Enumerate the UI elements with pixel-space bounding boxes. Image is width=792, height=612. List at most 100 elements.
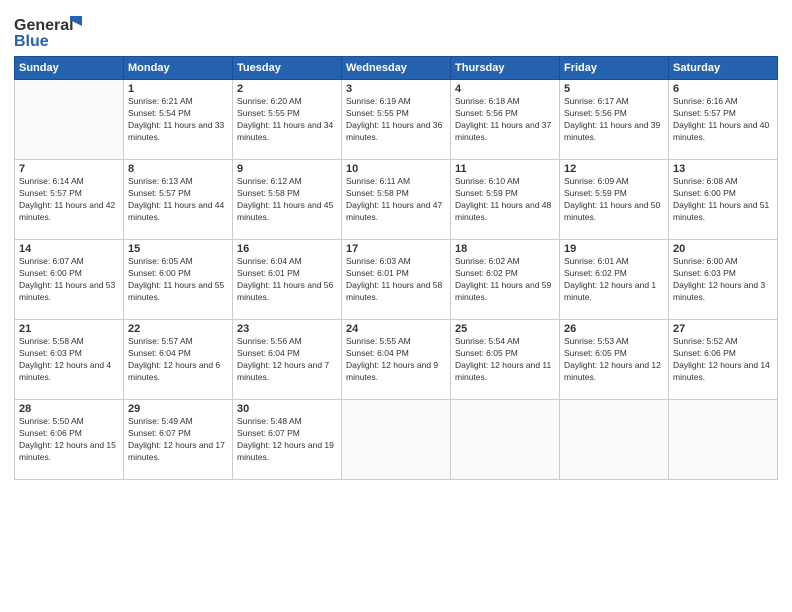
calendar-cell: 2Sunrise: 6:20 AMSunset: 5:55 PMDaylight… — [233, 80, 342, 160]
day-number: 4 — [455, 83, 555, 95]
day-number: 27 — [673, 323, 773, 335]
day-info: Sunrise: 6:01 AMSunset: 6:02 PMDaylight:… — [564, 256, 664, 304]
day-info: Sunrise: 5:57 AMSunset: 6:04 PMDaylight:… — [128, 336, 228, 384]
day-number: 24 — [346, 323, 446, 335]
day-info: Sunrise: 6:17 AMSunset: 5:56 PMDaylight:… — [564, 96, 664, 144]
calendar-cell: 10Sunrise: 6:11 AMSunset: 5:58 PMDayligh… — [342, 160, 451, 240]
weekday-header-row: SundayMondayTuesdayWednesdayThursdayFrid… — [15, 57, 778, 80]
page: GeneralBlue SundayMondayTuesdayWednesday… — [0, 0, 792, 612]
day-info: Sunrise: 5:56 AMSunset: 6:04 PMDaylight:… — [237, 336, 337, 384]
day-info: Sunrise: 6:03 AMSunset: 6:01 PMDaylight:… — [346, 256, 446, 304]
day-number: 29 — [128, 403, 228, 415]
day-number: 1 — [128, 83, 228, 95]
calendar-cell: 30Sunrise: 5:48 AMSunset: 6:07 PMDayligh… — [233, 400, 342, 480]
calendar-cell: 17Sunrise: 6:03 AMSunset: 6:01 PMDayligh… — [342, 240, 451, 320]
svg-text:General: General — [14, 17, 74, 34]
calendar-cell: 13Sunrise: 6:08 AMSunset: 6:00 PMDayligh… — [669, 160, 778, 240]
day-info: Sunrise: 5:58 AMSunset: 6:03 PMDaylight:… — [19, 336, 119, 384]
day-number: 25 — [455, 323, 555, 335]
week-row-3: 14Sunrise: 6:07 AMSunset: 6:00 PMDayligh… — [15, 240, 778, 320]
day-info: Sunrise: 6:02 AMSunset: 6:02 PMDaylight:… — [455, 256, 555, 304]
calendar-cell: 6Sunrise: 6:16 AMSunset: 5:57 PMDaylight… — [669, 80, 778, 160]
day-number: 6 — [673, 83, 773, 95]
calendar-cell: 7Sunrise: 6:14 AMSunset: 5:57 PMDaylight… — [15, 160, 124, 240]
calendar-cell: 27Sunrise: 5:52 AMSunset: 6:06 PMDayligh… — [669, 320, 778, 400]
svg-text:Blue: Blue — [14, 33, 49, 50]
calendar-cell: 19Sunrise: 6:01 AMSunset: 6:02 PMDayligh… — [560, 240, 669, 320]
day-info: Sunrise: 6:19 AMSunset: 5:55 PMDaylight:… — [346, 96, 446, 144]
day-info: Sunrise: 6:12 AMSunset: 5:58 PMDaylight:… — [237, 176, 337, 224]
day-info: Sunrise: 6:11 AMSunset: 5:58 PMDaylight:… — [346, 176, 446, 224]
week-row-1: 1Sunrise: 6:21 AMSunset: 5:54 PMDaylight… — [15, 80, 778, 160]
calendar-cell: 9Sunrise: 6:12 AMSunset: 5:58 PMDaylight… — [233, 160, 342, 240]
calendar-cell: 5Sunrise: 6:17 AMSunset: 5:56 PMDaylight… — [560, 80, 669, 160]
week-row-5: 28Sunrise: 5:50 AMSunset: 6:06 PMDayligh… — [15, 400, 778, 480]
day-info: Sunrise: 5:52 AMSunset: 6:06 PMDaylight:… — [673, 336, 773, 384]
day-info: Sunrise: 6:05 AMSunset: 6:00 PMDaylight:… — [128, 256, 228, 304]
day-info: Sunrise: 6:18 AMSunset: 5:56 PMDaylight:… — [455, 96, 555, 144]
calendar-cell — [451, 400, 560, 480]
weekday-header-tuesday: Tuesday — [233, 57, 342, 80]
header: GeneralBlue — [14, 10, 778, 52]
calendar-table: SundayMondayTuesdayWednesdayThursdayFrid… — [14, 56, 778, 480]
day-info: Sunrise: 5:55 AMSunset: 6:04 PMDaylight:… — [346, 336, 446, 384]
day-info: Sunrise: 6:14 AMSunset: 5:57 PMDaylight:… — [19, 176, 119, 224]
day-number: 18 — [455, 243, 555, 255]
day-number: 15 — [128, 243, 228, 255]
calendar-cell: 4Sunrise: 6:18 AMSunset: 5:56 PMDaylight… — [451, 80, 560, 160]
weekday-header-thursday: Thursday — [451, 57, 560, 80]
day-info: Sunrise: 6:16 AMSunset: 5:57 PMDaylight:… — [673, 96, 773, 144]
day-number: 16 — [237, 243, 337, 255]
day-info: Sunrise: 6:04 AMSunset: 6:01 PMDaylight:… — [237, 256, 337, 304]
day-number: 8 — [128, 163, 228, 175]
day-number: 28 — [19, 403, 119, 415]
day-number: 12 — [564, 163, 664, 175]
calendar-cell — [560, 400, 669, 480]
day-number: 13 — [673, 163, 773, 175]
day-number: 17 — [346, 243, 446, 255]
calendar-cell: 29Sunrise: 5:49 AMSunset: 6:07 PMDayligh… — [124, 400, 233, 480]
calendar-cell — [669, 400, 778, 480]
weekday-header-friday: Friday — [560, 57, 669, 80]
day-info: Sunrise: 5:49 AMSunset: 6:07 PMDaylight:… — [128, 416, 228, 464]
calendar-cell: 24Sunrise: 5:55 AMSunset: 6:04 PMDayligh… — [342, 320, 451, 400]
day-number: 9 — [237, 163, 337, 175]
day-number: 3 — [346, 83, 446, 95]
week-row-2: 7Sunrise: 6:14 AMSunset: 5:57 PMDaylight… — [15, 160, 778, 240]
day-info: Sunrise: 5:54 AMSunset: 6:05 PMDaylight:… — [455, 336, 555, 384]
calendar-cell: 16Sunrise: 6:04 AMSunset: 6:01 PMDayligh… — [233, 240, 342, 320]
day-number: 7 — [19, 163, 119, 175]
day-number: 19 — [564, 243, 664, 255]
day-number: 5 — [564, 83, 664, 95]
day-info: Sunrise: 6:10 AMSunset: 5:59 PMDaylight:… — [455, 176, 555, 224]
logo: GeneralBlue — [14, 14, 84, 52]
day-info: Sunrise: 6:13 AMSunset: 5:57 PMDaylight:… — [128, 176, 228, 224]
day-info: Sunrise: 6:09 AMSunset: 5:59 PMDaylight:… — [564, 176, 664, 224]
day-number: 11 — [455, 163, 555, 175]
calendar-cell: 23Sunrise: 5:56 AMSunset: 6:04 PMDayligh… — [233, 320, 342, 400]
calendar-cell: 18Sunrise: 6:02 AMSunset: 6:02 PMDayligh… — [451, 240, 560, 320]
day-number: 30 — [237, 403, 337, 415]
calendar-cell: 14Sunrise: 6:07 AMSunset: 6:00 PMDayligh… — [15, 240, 124, 320]
calendar-cell: 26Sunrise: 5:53 AMSunset: 6:05 PMDayligh… — [560, 320, 669, 400]
calendar-cell: 28Sunrise: 5:50 AMSunset: 6:06 PMDayligh… — [15, 400, 124, 480]
day-info: Sunrise: 6:08 AMSunset: 6:00 PMDaylight:… — [673, 176, 773, 224]
weekday-header-wednesday: Wednesday — [342, 57, 451, 80]
day-info: Sunrise: 6:00 AMSunset: 6:03 PMDaylight:… — [673, 256, 773, 304]
day-info: Sunrise: 6:20 AMSunset: 5:55 PMDaylight:… — [237, 96, 337, 144]
day-number: 22 — [128, 323, 228, 335]
day-number: 14 — [19, 243, 119, 255]
calendar-cell: 22Sunrise: 5:57 AMSunset: 6:04 PMDayligh… — [124, 320, 233, 400]
calendar-cell: 3Sunrise: 6:19 AMSunset: 5:55 PMDaylight… — [342, 80, 451, 160]
day-number: 21 — [19, 323, 119, 335]
weekday-header-sunday: Sunday — [15, 57, 124, 80]
day-info: Sunrise: 6:07 AMSunset: 6:00 PMDaylight:… — [19, 256, 119, 304]
day-number: 20 — [673, 243, 773, 255]
calendar-cell: 25Sunrise: 5:54 AMSunset: 6:05 PMDayligh… — [451, 320, 560, 400]
day-info: Sunrise: 5:50 AMSunset: 6:06 PMDaylight:… — [19, 416, 119, 464]
calendar-cell: 20Sunrise: 6:00 AMSunset: 6:03 PMDayligh… — [669, 240, 778, 320]
day-number: 2 — [237, 83, 337, 95]
weekday-header-monday: Monday — [124, 57, 233, 80]
calendar-cell: 15Sunrise: 6:05 AMSunset: 6:00 PMDayligh… — [124, 240, 233, 320]
day-number: 23 — [237, 323, 337, 335]
